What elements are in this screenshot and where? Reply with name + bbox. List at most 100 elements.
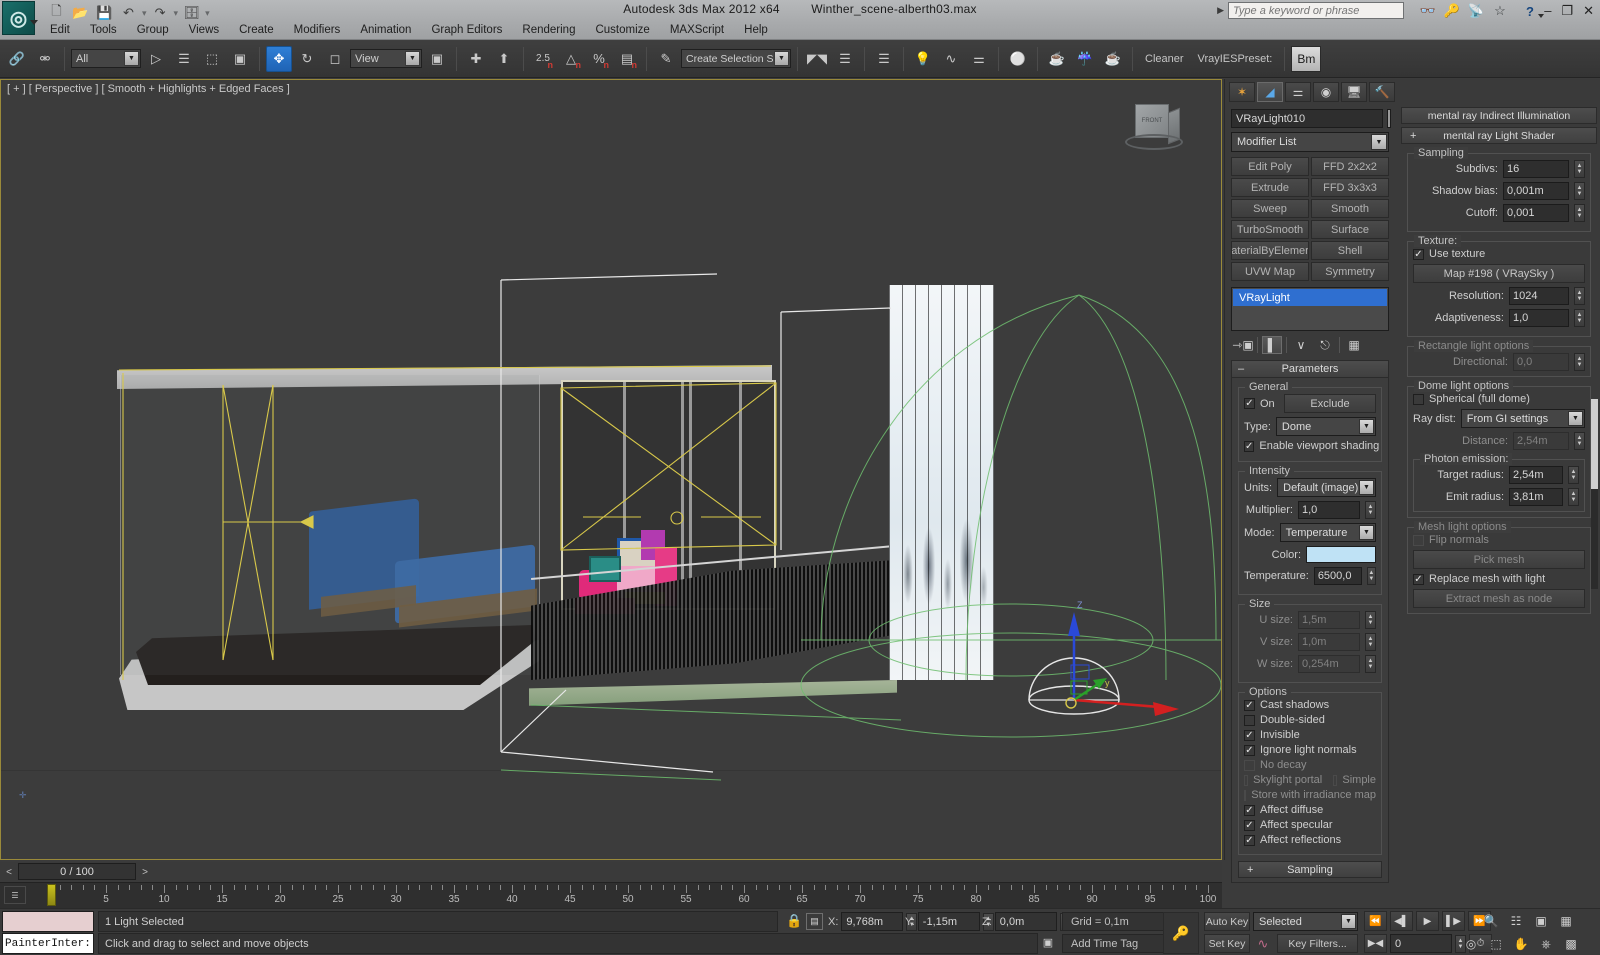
show-end-result-icon[interactable]: ▌ xyxy=(1262,336,1282,354)
current-frame-indicator[interactable]: 0 / 100 xyxy=(18,863,136,880)
simple-checkbox[interactable] xyxy=(1333,774,1338,786)
option-checkbox-2[interactable]: ✓ xyxy=(1244,729,1255,741)
menu-item-rendering[interactable]: Rendering xyxy=(512,22,585,38)
subdivs-field[interactable]: 16 xyxy=(1503,160,1569,178)
hierarchy-tab[interactable]: ⚌ xyxy=(1285,82,1311,102)
key-mode-combo[interactable]: Selected ▼ xyxy=(1253,912,1358,931)
edit-named-selection-sets-icon[interactable]: ✎ xyxy=(653,46,679,72)
light-color-swatch[interactable] xyxy=(1306,546,1376,563)
configure-modifier-sets-icon[interactable]: ▦ xyxy=(1344,336,1364,354)
cutoff-spinner[interactable]: ▲ ▼ xyxy=(1574,204,1585,222)
time-tag-icon[interactable]: ▣ xyxy=(1040,934,1056,951)
mental-ray-indirect-illumination-rollout[interactable]: mental ray Indirect Illumination xyxy=(1401,107,1597,124)
chevron-down-icon[interactable]: ▼ xyxy=(1359,419,1374,434)
option-checkbox-4[interactable] xyxy=(1244,759,1255,771)
option-checkbox-8[interactable]: ✓ xyxy=(1244,819,1255,831)
y-field[interactable]: -1,15m xyxy=(917,912,980,931)
temperature-spinner[interactable]: ▲ ▼ xyxy=(1366,567,1376,585)
enable-viewport-shading-checkbox[interactable]: ✓ xyxy=(1244,440,1255,452)
cleaner-label[interactable]: Cleaner xyxy=(1139,53,1190,65)
on-checkbox[interactable]: ✓ xyxy=(1244,398,1255,409)
menu-item-group[interactable]: Group xyxy=(127,22,179,38)
menu-item-graph-editors[interactable]: Graph Editors xyxy=(421,22,512,38)
modifier-button-10[interactable]: UVW Map xyxy=(1231,262,1309,281)
region-zoom-icon[interactable]: ⬚ xyxy=(1485,934,1507,954)
chevron-down-icon[interactable]: ▼ xyxy=(1359,480,1374,495)
rendered-frame-window-icon[interactable]: ☔ xyxy=(1072,46,1098,72)
star-icon[interactable]: ☆ xyxy=(1492,3,1508,19)
modifier-stack[interactable]: VRayLight xyxy=(1231,287,1389,331)
chevron-down-icon[interactable]: ▼ xyxy=(1568,411,1583,426)
create-tab[interactable]: ✶ xyxy=(1229,82,1255,102)
next-frame-arrow[interactable]: > xyxy=(138,864,152,880)
adaptiveness-field[interactable]: 1,0 xyxy=(1509,309,1569,327)
shadow-bias-spinner[interactable]: ▲ ▼ xyxy=(1574,182,1585,200)
previous-frame-icon[interactable]: ◀▌ xyxy=(1390,911,1413,931)
parameters-rollout-header[interactable]: – Parameters xyxy=(1232,361,1388,378)
align-icon[interactable]: ☰ xyxy=(832,46,858,72)
menu-item-customize[interactable]: Customize xyxy=(585,22,659,38)
bitmap-button[interactable]: Bm xyxy=(1291,45,1322,72)
auto-key-button[interactable]: Auto Key xyxy=(1204,912,1250,931)
search-input[interactable] xyxy=(1228,2,1404,19)
chevron-down-icon[interactable]: ▼ xyxy=(124,51,139,66)
key-icon[interactable]: 🔑 xyxy=(1444,3,1460,19)
chevron-down-icon[interactable]: ▼ xyxy=(1359,525,1374,540)
chevron-down-icon[interactable]: ▼ xyxy=(1341,914,1356,929)
viewcube[interactable]: FRONT xyxy=(1121,100,1191,162)
zoom-all-icon[interactable]: ☷ xyxy=(1505,911,1527,931)
menu-item-tools[interactable]: Tools xyxy=(80,22,127,38)
restore-button[interactable]: ❐ xyxy=(1561,3,1573,19)
previous-frame-arrow[interactable]: < xyxy=(2,864,16,880)
option-checkbox-5[interactable] xyxy=(1244,774,1249,786)
option-checkbox-6[interactable] xyxy=(1244,789,1247,801)
modifier-button-8[interactable]: aterialByElemer xyxy=(1231,241,1309,260)
modifier-button-5[interactable]: Smooth xyxy=(1311,199,1389,218)
spherical-checkbox[interactable] xyxy=(1413,393,1424,405)
play-animation-icon[interactable]: ▶ xyxy=(1416,911,1439,931)
v-size-spinner[interactable]: ▲ ▼ xyxy=(1365,633,1376,651)
modifier-button-1[interactable]: FFD 2x2x2 xyxy=(1311,157,1389,176)
field-of-view-icon[interactable]: ◎ xyxy=(1460,934,1482,954)
go-to-start-icon[interactable]: ⏪ xyxy=(1364,911,1387,931)
zoom-icon[interactable]: 🔍 xyxy=(1480,911,1502,931)
emit-radius-field[interactable]: 3,81m xyxy=(1509,488,1563,506)
key-mode-toggle-icon[interactable]: ▶◀ xyxy=(1364,934,1387,953)
viewcube-front-face[interactable]: FRONT xyxy=(1135,104,1169,138)
replace-mesh-checkbox[interactable]: ✓ xyxy=(1413,573,1424,585)
set-key-button[interactable]: Set Key xyxy=(1204,934,1250,953)
mode-combo[interactable]: Temperature ▼ xyxy=(1279,523,1376,542)
u-size-field[interactable]: 1,5m xyxy=(1298,611,1360,629)
time-slider-handle[interactable] xyxy=(47,884,56,906)
time-slider[interactable]: < 0 / 100 > xyxy=(0,862,1222,882)
percent-snap-toggle-icon[interactable]: % n xyxy=(586,46,612,72)
use-pivot-point-center-icon[interactable]: ▣ xyxy=(424,46,450,72)
render-production-icon[interactable]: ☕ xyxy=(1100,46,1126,72)
render-setup-icon[interactable]: ☕ xyxy=(1044,46,1070,72)
spinner-snap-toggle-icon[interactable]: ▤ n xyxy=(614,46,640,72)
directional-field[interactable]: 0,0 xyxy=(1513,353,1569,371)
resolution-spinner[interactable]: ▲ ▼ xyxy=(1574,287,1585,305)
object-name-input[interactable] xyxy=(1231,109,1383,128)
light-type-combo[interactable]: Dome ▼ xyxy=(1275,417,1376,436)
menu-item-maxscript[interactable]: MAXScript xyxy=(660,22,734,38)
viewport-label[interactable]: [ + ] [ Perspective ] [ Smooth + Highlig… xyxy=(7,83,290,95)
material-editor-icon[interactable]: ⚪ xyxy=(1005,46,1031,72)
option-checkbox-3[interactable]: ✓ xyxy=(1244,744,1255,756)
w-size-spinner[interactable]: ▲ ▼ xyxy=(1365,655,1376,673)
modifier-button-3[interactable]: FFD 3x3x3 xyxy=(1311,178,1389,197)
modifier-button-6[interactable]: TurboSmooth xyxy=(1231,220,1309,239)
next-frame-icon[interactable]: ▌▶ xyxy=(1442,911,1465,931)
w-size-field[interactable]: 0,254m xyxy=(1298,655,1360,673)
menu-item-help[interactable]: Help xyxy=(734,22,778,38)
key-filters-button[interactable]: Key Filters... xyxy=(1277,934,1358,953)
modifier-button-9[interactable]: Shell xyxy=(1311,241,1389,260)
emit-radius-spinner[interactable]: ▲ ▼ xyxy=(1568,488,1579,506)
modifier-button-7[interactable]: Surface xyxy=(1311,220,1389,239)
maxscript-mini-listener[interactable]: PainterInter: xyxy=(2,933,94,954)
menu-item-animation[interactable]: Animation xyxy=(350,22,421,38)
motion-tab[interactable]: ◉ xyxy=(1313,82,1339,102)
modifier-button-11[interactable]: Symmetry xyxy=(1311,262,1389,281)
pin-stack-icon[interactable]: ⇾▣ xyxy=(1232,336,1253,354)
zoom-extents-all-icon[interactable]: ▦ xyxy=(1555,911,1577,931)
